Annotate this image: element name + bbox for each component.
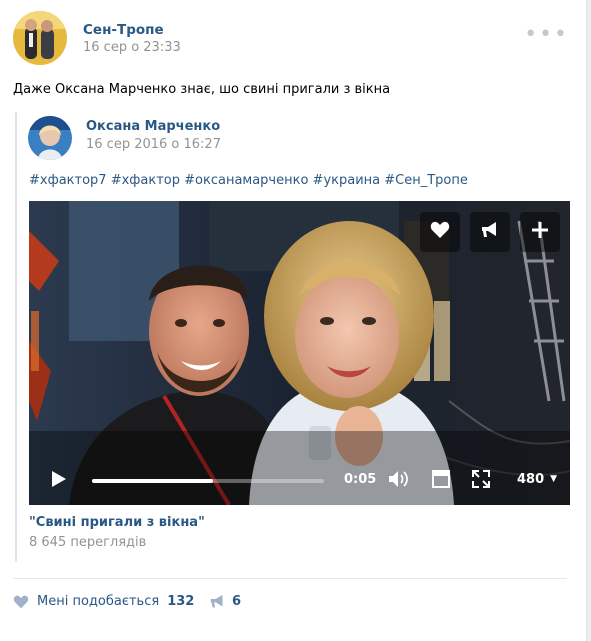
progress-fill <box>92 479 213 483</box>
expand-icon <box>472 470 490 488</box>
repost-block: Оксана Марченко 16 сер 2016 о 16:27 #хфа… <box>15 112 571 562</box>
post-text: Даже Оксана Марченко знає, шо свині приг… <box>13 82 391 97</box>
miniplayer-button[interactable] <box>432 470 450 492</box>
post-header: Сен-Тропе 16 сер о 23:33 ••• <box>13 11 573 67</box>
add-video-button[interactable] <box>520 212 560 252</box>
play-icon <box>52 471 66 487</box>
heart-icon <box>13 595 29 608</box>
like-label: Мені подобається <box>37 594 160 609</box>
share-count: 6 <box>232 594 242 609</box>
group-avatar[interactable] <box>13 11 67 65</box>
share-button[interactable]: 6 <box>209 594 241 609</box>
post-date[interactable]: 16 сер о 23:33 <box>83 40 181 55</box>
like-count: 132 <box>167 594 195 609</box>
video-player[interactable]: 0:05 480 ▼ <box>29 201 570 505</box>
repost-author[interactable]: Оксана Марченко <box>86 119 220 134</box>
more-options-icon[interactable]: ••• <box>524 24 569 46</box>
repost-avatar[interactable] <box>28 116 72 160</box>
like-button[interactable]: Мені подобається 132 <box>13 594 194 609</box>
video-title[interactable]: "Свині пригали з вікна" <box>29 515 205 530</box>
video-time: 0:05 <box>344 472 377 487</box>
plus-icon <box>531 220 549 244</box>
window-icon <box>432 470 450 488</box>
hashtags[interactable]: #хфактор7 #хфактор #оксанамарченко #укра… <box>29 173 468 188</box>
chevron-down-icon: ▼ <box>550 474 558 484</box>
progress-bar[interactable] <box>92 479 324 483</box>
quality-selector[interactable]: 480 ▼ <box>517 472 557 487</box>
video-controls: 0:05 480 ▼ <box>29 453 570 505</box>
megaphone-icon <box>480 220 500 244</box>
post-card: Сен-Тропе 16 сер о 23:33 ••• Даже Оксана… <box>0 0 587 641</box>
play-button[interactable] <box>51 470 67 492</box>
volume-button[interactable] <box>388 470 410 492</box>
repost-date[interactable]: 16 сер 2016 о 16:27 <box>86 137 221 152</box>
divider <box>13 578 567 579</box>
megaphone-icon <box>210 594 223 608</box>
like-video-button[interactable] <box>420 212 460 252</box>
post-actions: Мені подобається 132 6 <box>13 594 573 612</box>
quality-value: 480 <box>517 472 545 487</box>
heart-icon <box>430 220 450 244</box>
share-video-button[interactable] <box>470 212 510 252</box>
fullscreen-button[interactable] <box>472 470 490 492</box>
video-views: 8 645 переглядів <box>29 535 147 550</box>
volume-icon <box>389 471 408 487</box>
post-author[interactable]: Сен-Тропе <box>83 22 164 38</box>
